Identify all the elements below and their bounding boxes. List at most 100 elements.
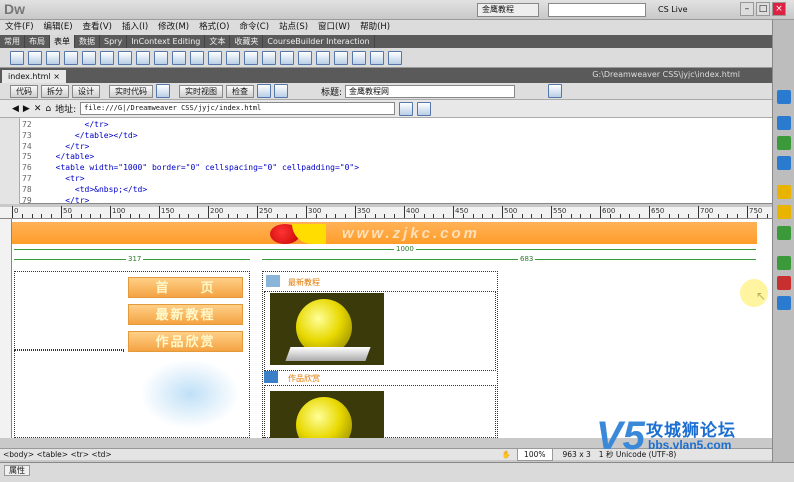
form-element-icon[interactable] <box>172 50 186 65</box>
menu-item-1[interactable]: 编辑(E) <box>39 20 78 35</box>
form-element-icon[interactable] <box>298 50 312 65</box>
form-element-icon[interactable] <box>118 50 132 65</box>
panel-icon[interactable] <box>777 90 791 104</box>
globe-icon[interactable] <box>257 84 271 98</box>
menu-item-7[interactable]: 站点(S) <box>274 20 313 35</box>
form-element-icon[interactable] <box>100 50 114 65</box>
view-options-icon[interactable] <box>417 101 432 116</box>
nav-gallery-button[interactable]: 作品欣赏 <box>128 331 243 352</box>
insert-tab-1[interactable]: 布局 <box>25 35 50 48</box>
ruler-tick <box>247 214 249 218</box>
stop-icon[interactable]: ✕ <box>34 104 42 114</box>
menu-item-4[interactable]: 修改(M) <box>153 20 194 35</box>
ruler-tick <box>453 206 454 218</box>
ruler-label: 200 <box>210 207 224 215</box>
form-element-icon[interactable] <box>208 50 222 65</box>
document-tab[interactable]: index.html × <box>2 70 66 83</box>
panel-icon[interactable] <box>777 256 791 270</box>
menu-item-9[interactable]: 帮助(H) <box>355 20 395 35</box>
nav-latest-button[interactable]: 最新教程 <box>128 304 243 325</box>
gallery-thumbnail[interactable] <box>270 391 384 438</box>
tutorial-thumbnail[interactable] <box>270 293 384 365</box>
menu-item-2[interactable]: 查看(V) <box>78 20 117 35</box>
go-icon[interactable] <box>399 101 414 116</box>
minimize-icon[interactable]: – <box>740 2 754 16</box>
menu-item-5[interactable]: 格式(O) <box>194 20 234 35</box>
close-icon[interactable]: × <box>772 2 786 16</box>
form-element-icon[interactable] <box>316 50 330 65</box>
tag-selector[interactable]: <body> <table> <tr> <td> <box>3 449 112 460</box>
insert-tab-4[interactable]: Spry <box>100 35 128 48</box>
insert-tab-3[interactable]: 数据 <box>75 35 100 48</box>
insert-tab-0[interactable]: 常用 <box>0 35 25 48</box>
form-element-icon[interactable] <box>82 50 96 65</box>
code-text: </tr> <box>46 141 90 151</box>
insert-tab-8[interactable]: CourseBuilder Interaction <box>263 35 375 48</box>
panel-icon[interactable] <box>777 136 791 150</box>
ruler-tick <box>266 214 268 218</box>
panel-icon[interactable] <box>777 276 791 290</box>
back-icon[interactable]: ◀ <box>12 104 19 114</box>
code-view[interactable]: 72 </tr> 73 </table></td> 74 </tr> 75 </tab… <box>0 118 772 206</box>
hand-icon[interactable]: ✋ <box>502 449 511 460</box>
panel-icon[interactable] <box>777 205 791 219</box>
form-element-icon[interactable] <box>190 50 204 65</box>
nav-home-button[interactable]: 首 页 <box>128 277 243 298</box>
code-view-button[interactable]: 代码 <box>10 84 38 98</box>
cs-live-button[interactable]: CS Live <box>658 3 688 17</box>
form-element-icon[interactable] <box>334 50 348 65</box>
document-tab-bar: index.html × G:\Dreamweaver CSS\jyjc\ind… <box>0 68 772 83</box>
design-view[interactable]: www.zjkc.com 1000 317 683 首 页 最新教程 作品欣赏 … <box>0 219 772 438</box>
check-browser-icon[interactable] <box>548 84 563 98</box>
insert-tab-5[interactable]: InContext Editing <box>127 35 206 48</box>
form-element-icon[interactable] <box>388 50 402 65</box>
form-element-icon[interactable] <box>226 50 240 65</box>
ruler-tick <box>619 214 621 218</box>
insert-tab-7[interactable]: 收藏夹 <box>230 35 264 48</box>
menu-item-3[interactable]: 插入(I) <box>117 20 153 35</box>
workspace-switcher[interactable]: 金鹰教程 <box>477 3 539 17</box>
form-element-icon[interactable] <box>280 50 294 65</box>
split-view-button[interactable]: 拆分 <box>41 84 69 98</box>
code-line: 79 </tr> <box>22 196 762 207</box>
panel-icon[interactable] <box>777 226 791 240</box>
form-element-icon[interactable] <box>352 50 366 65</box>
design-view-button[interactable]: 设计 <box>72 84 100 98</box>
panel-icon[interactable] <box>777 156 791 170</box>
panel-icon[interactable] <box>777 185 791 199</box>
code-lines: 72 </tr> 73 </table></td> 74 </tr> 75 </tab… <box>22 120 762 206</box>
insert-tab-2[interactable]: 表单 <box>50 35 75 48</box>
ruler-tick <box>21 214 23 218</box>
menu-item-8[interactable]: 窗口(W) <box>313 20 355 35</box>
section-icon <box>264 371 278 383</box>
zoom-select[interactable]: 100% <box>517 448 553 461</box>
line-number: 78 <box>22 184 32 194</box>
title-input[interactable]: 金鹰教程网 <box>345 84 516 98</box>
title-label: 标题: <box>321 87 343 98</box>
form-element-icon[interactable] <box>136 50 150 65</box>
refresh-icon[interactable] <box>156 84 170 98</box>
form-element-icon[interactable] <box>64 50 78 65</box>
menu-item-0[interactable]: 文件(F) <box>0 20 39 35</box>
forward-icon[interactable]: ▶ <box>23 104 30 114</box>
properties-tab[interactable]: 属性 <box>4 465 30 476</box>
inspect-button[interactable]: 检查 <box>226 84 254 98</box>
form-element-icon[interactable] <box>154 50 168 65</box>
form-element-icon[interactable] <box>10 50 24 65</box>
live-view-button[interactable]: 实时视图 <box>179 84 223 98</box>
form-element-icon[interactable] <box>370 50 384 65</box>
panel-icon[interactable] <box>777 116 791 130</box>
form-element-icon[interactable] <box>244 50 258 65</box>
form-element-icon[interactable] <box>28 50 42 65</box>
live-code-button[interactable]: 实时代码 <box>109 84 153 98</box>
form-element-icon[interactable] <box>262 50 276 65</box>
file-management-icon[interactable] <box>274 84 288 98</box>
menu-item-6[interactable]: 命令(C) <box>234 20 274 35</box>
maximize-icon[interactable]: □ <box>756 2 770 16</box>
address-input[interactable]: file:///G|/Dreamweaver CSS/jyjc/index.ht… <box>80 102 396 115</box>
panel-icon[interactable] <box>777 296 791 310</box>
form-element-icon[interactable] <box>46 50 60 65</box>
insert-tab-6[interactable]: 文本 <box>205 35 231 48</box>
search-input[interactable] <box>548 3 646 17</box>
home-icon[interactable]: ⌂ <box>45 104 51 114</box>
